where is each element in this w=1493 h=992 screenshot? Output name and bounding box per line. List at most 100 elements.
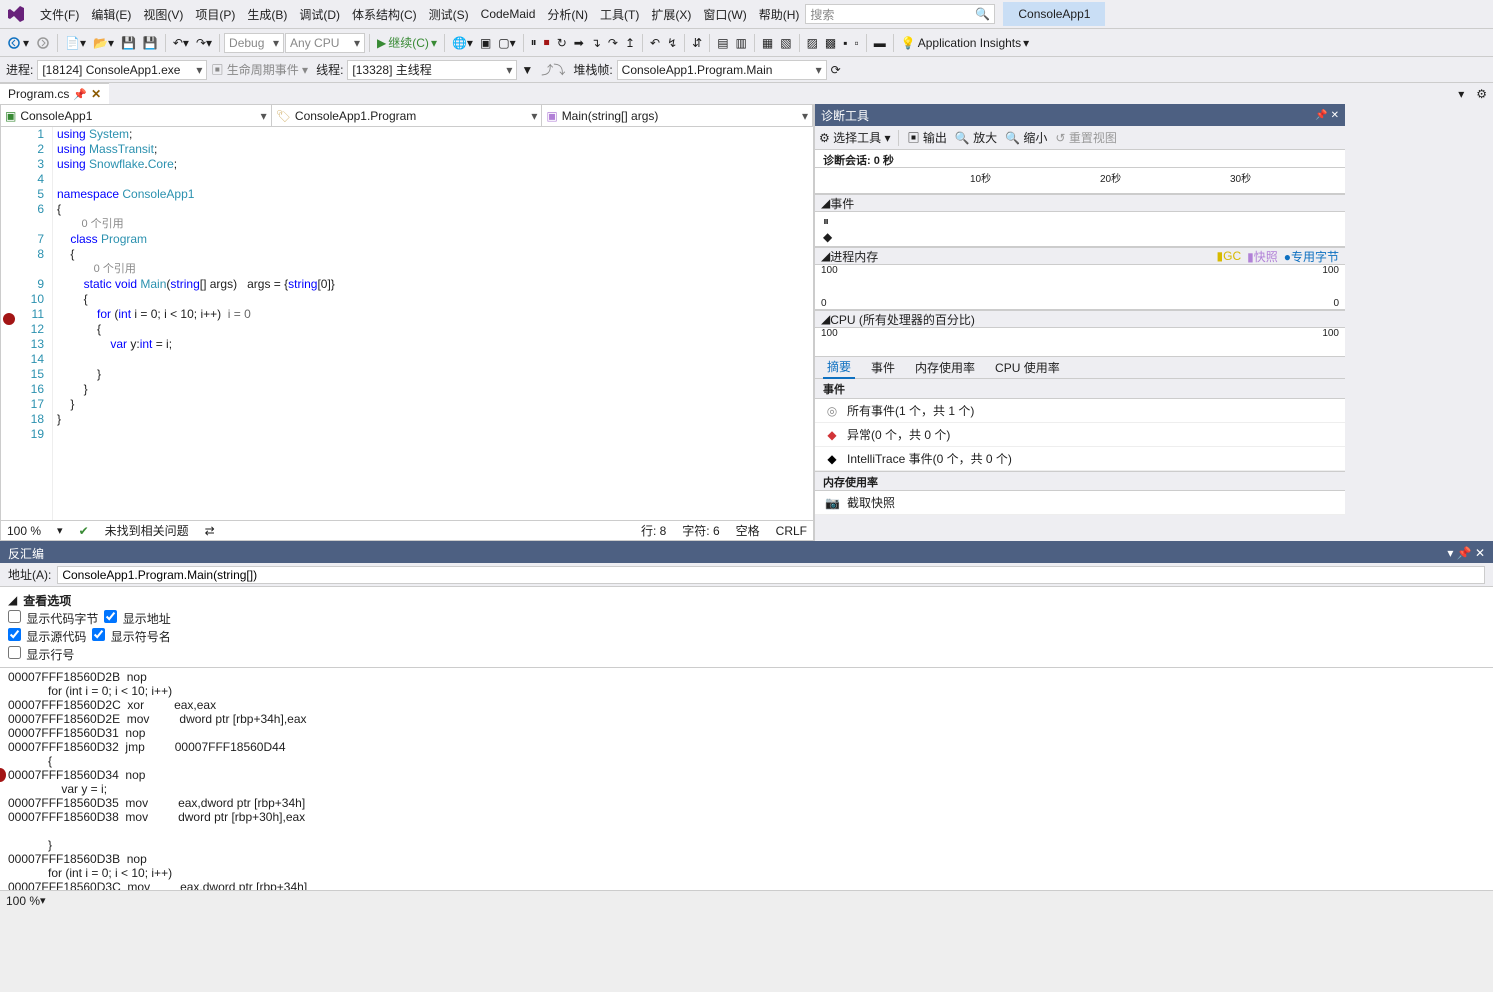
process-dropdown[interactable]: [18124] ConsoleApp1.exe <box>37 60 207 80</box>
tb-ic7[interactable]: ▧ <box>777 34 794 52</box>
event-item[interactable]: ◆IntelliTrace 事件(0 个，共 0 个) <box>815 447 1345 471</box>
filter-icon[interactable]: ▼ <box>521 63 533 77</box>
menu-project[interactable]: 项目(P) <box>189 3 241 26</box>
redo-icon[interactable]: ↷▾ <box>193 34 215 52</box>
solution-name[interactable]: ConsoleApp1 <box>1003 2 1105 26</box>
pause-icon[interactable]: ⏸ <box>823 214 829 229</box>
close-icon[interactable]: ✕ <box>91 87 101 101</box>
pin-icon[interactable]: 📌 <box>73 88 87 101</box>
chevron-down-icon[interactable]: ◢ <box>8 593 17 607</box>
issue-nav-icon[interactable]: ⇄ <box>205 524 215 538</box>
step-over-icon[interactable]: ↷ <box>605 34 621 52</box>
chevron-down-icon[interactable]: ◢ <box>821 196 830 210</box>
menu-debug[interactable]: 调试(D) <box>293 3 346 26</box>
tb-ic11[interactable]: ▫ <box>852 34 862 52</box>
continue-button[interactable]: ▶ 继续(C) ▾ <box>374 32 440 53</box>
menu-analyze[interactable]: 分析(N) <box>541 3 594 26</box>
opt-source[interactable]: 显示源代码 <box>8 628 86 645</box>
tabs-settings-icon[interactable]: ⚙ <box>1470 87 1493 101</box>
view2-icon[interactable]: ▢▾ <box>495 34 518 52</box>
stop-icon[interactable]: ⏹ <box>541 33 553 52</box>
view1-icon[interactable]: ▣ <box>477 34 494 52</box>
breakpoint-icon[interactable] <box>0 768 6 782</box>
menu-view[interactable]: 视图(V) <box>137 3 189 26</box>
nav-class[interactable]: 🏷 ConsoleApp1.Program <box>272 105 543 126</box>
tb-ic8[interactable]: ▨ <box>804 34 821 52</box>
nav-fwd[interactable] <box>33 34 53 52</box>
tb-ic3[interactable]: ⇵ <box>689 34 705 52</box>
tab-summary[interactable]: 摘要 <box>823 356 855 379</box>
select-tool-button[interactable]: ⚙ 选择工具 ▾ <box>819 129 890 146</box>
opt-codebytes[interactable]: 显示代码字节 <box>8 610 98 627</box>
undo-icon[interactable]: ↶▾ <box>170 34 192 52</box>
menu-file[interactable]: 文件(F) <box>34 3 85 26</box>
tab-events[interactable]: 事件 <box>867 357 899 378</box>
output-button[interactable]: ▣ 输出 <box>907 129 946 146</box>
breakpoint-icon[interactable] <box>3 313 15 325</box>
tb-ic12[interactable]: ▬ <box>871 34 889 52</box>
tb-d2[interactable]: ⤵ <box>553 61 565 78</box>
tb-d1[interactable]: ⤴ <box>541 61 553 78</box>
tab-cpu[interactable]: CPU 使用率 <box>991 357 1064 378</box>
opt-address[interactable]: 显示地址 <box>104 610 170 627</box>
menu-help[interactable]: 帮助(H) <box>753 3 806 26</box>
tb-ic1[interactable]: ↶ <box>647 34 663 52</box>
disasm-zoom[interactable]: 100 % <box>6 894 40 908</box>
reset-button[interactable]: ↺ 重置视图 <box>1055 129 1116 146</box>
tb-ic9[interactable]: ▩ <box>822 34 839 52</box>
tb-ic4[interactable]: ▤ <box>714 34 731 52</box>
time-ruler[interactable]: 10秒 20秒 30秒 <box>815 168 1345 194</box>
menu-codemaid[interactable]: CodeMaid <box>475 4 542 24</box>
code-area[interactable]: 12345678910111213141516171819 using Syst… <box>1 127 813 520</box>
nav-back[interactable]: ▾ <box>4 34 32 52</box>
zoomout-button[interactable]: 🔍 缩小 <box>1005 129 1047 146</box>
platform-dropdown[interactable]: Any CPU <box>285 33 365 53</box>
event-item[interactable]: ◆异常(0 个，共 0 个) <box>815 423 1345 447</box>
collapsed-panels[interactable] <box>1345 104 1493 541</box>
stack-dropdown[interactable]: ConsoleApp1.Program.Main <box>617 60 827 80</box>
menu-window[interactable]: 窗口(W) <box>697 3 752 26</box>
pin-icon[interactable]: 📌 ✕ <box>1315 110 1339 121</box>
tab-program-cs[interactable]: Program.cs 📌 ✕ <box>0 83 109 104</box>
lifecycle-icon[interactable]: ▣ 生命周期事件 ▾ <box>211 61 308 78</box>
save-icon[interactable]: 💾 <box>118 34 139 52</box>
menu-arch[interactable]: 体系结构(C) <box>346 3 423 26</box>
tabs-menu-icon[interactable]: ▾ <box>1452 87 1470 101</box>
disasm-code[interactable]: 00007FFF18560D2B nop for (int i = 0; i <… <box>0 668 1493 890</box>
save-all-icon[interactable]: 💾 <box>140 34 161 52</box>
search-box[interactable]: 搜索 🔍 <box>805 4 995 24</box>
browser-icon[interactable]: 🌐▾ <box>449 34 476 52</box>
zoom-dropdown[interactable]: 100 % <box>7 524 41 538</box>
menu-tools[interactable]: 工具(T) <box>594 3 645 26</box>
tab-memory[interactable]: 内存使用率 <box>911 357 979 378</box>
show-next-icon[interactable]: ➡ <box>571 34 587 52</box>
step-out-icon[interactable]: ↥ <box>622 34 638 52</box>
config-dropdown[interactable]: Debug <box>224 33 284 53</box>
step-into-icon[interactable]: ↴ <box>588 34 604 52</box>
open-icon[interactable]: 📂▾ <box>90 34 117 52</box>
code-lines[interactable]: using System;using MassTransit;using Sno… <box>53 127 813 520</box>
tb-ic5[interactable]: ▥ <box>733 34 750 52</box>
thread-dropdown[interactable]: [13328] 主线程 <box>347 60 517 80</box>
menu-test[interactable]: 测试(S) <box>423 3 475 26</box>
address-input[interactable] <box>57 566 1485 584</box>
menu-extensions[interactable]: 扩展(X) <box>645 3 697 26</box>
pause-icon[interactable]: ⏸ <box>528 33 540 52</box>
restart-icon[interactable]: ↻ <box>554 34 570 52</box>
tb-d3[interactable]: ⟳ <box>831 63 841 77</box>
tb-ic10[interactable]: ▪ <box>840 34 850 52</box>
menu-build[interactable]: 生成(B) <box>241 3 293 26</box>
new-item-icon[interactable]: 📄▾ <box>62 34 89 52</box>
menu-edit[interactable]: 编辑(E) <box>85 3 137 26</box>
nav-method[interactable]: ▣ Main(string[] args) <box>542 105 813 126</box>
snapshot-button[interactable]: 📷 截取快照 <box>815 491 1345 515</box>
opt-symbols[interactable]: 显示符号名 <box>92 628 170 645</box>
opt-linenum[interactable]: 显示行号 <box>8 646 74 663</box>
pin-icon[interactable]: ▾ 📌 ✕ <box>1447 546 1485 560</box>
nav-project[interactable]: ▣ ConsoleApp1 <box>1 105 272 126</box>
tb-ic6[interactable]: ▦ <box>759 34 776 52</box>
app-insights-button[interactable]: 💡 Application Insights ▾ <box>898 34 1032 52</box>
event-item[interactable]: ◎所有事件(1 个，共 1 个) <box>815 399 1345 423</box>
tb-ic2[interactable]: ↯ <box>664 34 680 52</box>
zoomin-button[interactable]: 🔍 放大 <box>955 129 997 146</box>
